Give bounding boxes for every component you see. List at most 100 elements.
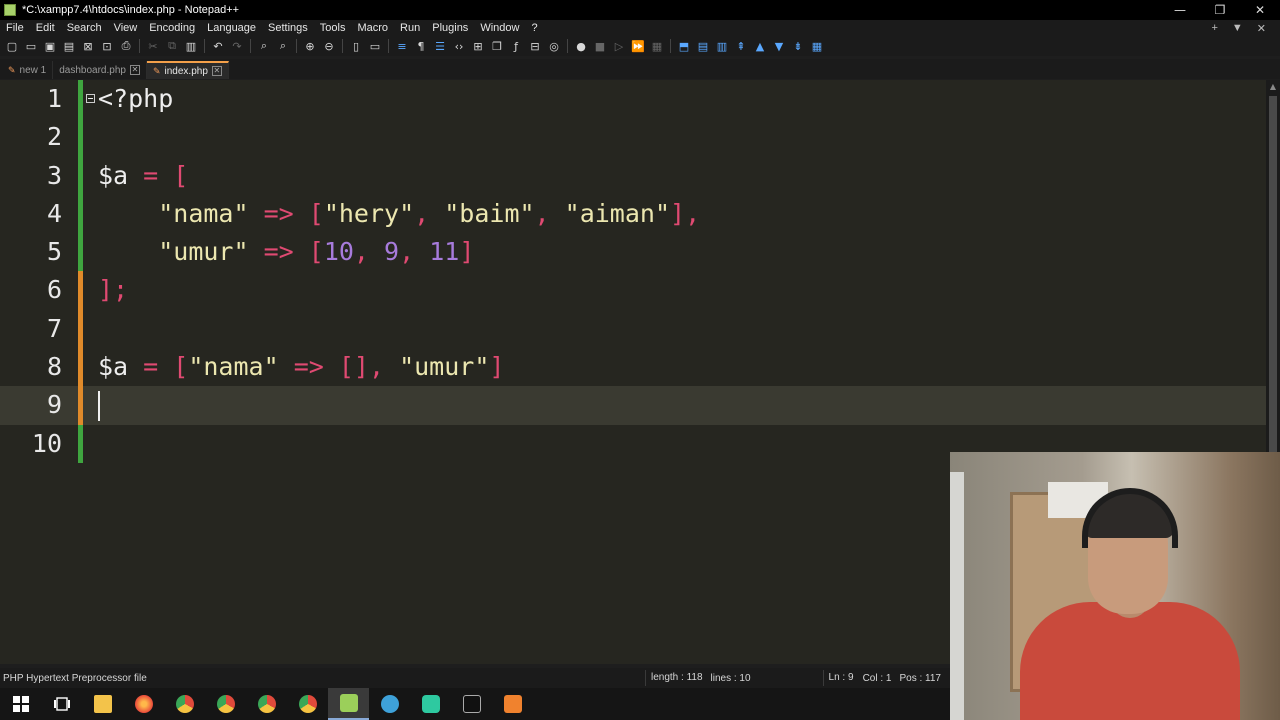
menu-view[interactable]: View — [108, 20, 144, 36]
notepad-plus-plus-taskbar-icon[interactable] — [328, 688, 369, 720]
menu-settings[interactable]: Settings — [262, 20, 314, 36]
open-file-icon[interactable]: ▭ — [23, 38, 39, 54]
menu-edit[interactable]: Edit — [30, 20, 61, 36]
code-line[interactable]: 1 <?php — [0, 80, 1266, 119]
zoom-in-icon[interactable]: ⊕ — [302, 38, 318, 54]
chrome-icon-3[interactable] — [246, 688, 287, 720]
close-doc-button[interactable]: ✕ — [1257, 22, 1266, 35]
save-macro-icon[interactable]: ▦ — [649, 38, 665, 54]
code-token: [ — [173, 160, 189, 190]
restore-button[interactable]: ❐ — [1200, 0, 1240, 20]
menu-help[interactable]: ? — [525, 20, 543, 36]
find-icon[interactable]: ⌕ — [256, 38, 272, 54]
paste-icon[interactable]: ▥ — [183, 38, 199, 54]
windows-start-icon[interactable] — [0, 688, 41, 720]
taskbar — [0, 688, 950, 720]
tab-dashboard-php[interactable]: dashboard.php ✕ — [53, 61, 147, 79]
menu-window[interactable]: Window — [474, 20, 525, 36]
stop-macro-icon[interactable]: ■ — [592, 38, 608, 54]
line-number: 10 — [31, 428, 62, 458]
code-line[interactable]: 9 — [0, 386, 1266, 425]
minimize-button[interactable]: — — [1160, 0, 1200, 20]
show-all-chars-icon[interactable]: ¶ — [413, 38, 429, 54]
app-icon[interactable] — [410, 688, 451, 720]
tab-close-icon[interactable]: ✕ — [211, 66, 222, 76]
chrome-icon-4[interactable] — [287, 688, 328, 720]
task-view-icon[interactable] — [41, 688, 82, 720]
code-token: => — [248, 237, 309, 267]
plugin-icon-3[interactable]: ▥ — [714, 38, 730, 54]
chrome-icon-2[interactable] — [205, 688, 246, 720]
file-explorer-icon[interactable] — [82, 688, 123, 720]
close-button[interactable]: ✕ — [1240, 0, 1280, 20]
menu-run[interactable]: Run — [394, 20, 426, 36]
move-down-icon[interactable]: ▼ — [771, 38, 787, 54]
user-language-icon[interactable]: ‹› — [451, 38, 467, 54]
play-macro-icon[interactable]: ▷ — [611, 38, 627, 54]
copy-icon[interactable]: ⧉ — [164, 38, 180, 54]
save-icon[interactable]: ▣ — [42, 38, 58, 54]
change-history-marker — [78, 80, 83, 119]
xampp-icon[interactable] — [492, 688, 533, 720]
line-number: 9 — [46, 390, 62, 420]
code-line[interactable]: 2 — [0, 118, 1266, 157]
plugin-icon-5[interactable]: ⇟ — [790, 38, 806, 54]
add-tab-button[interactable]: + — [1211, 22, 1217, 35]
plugin-icon-4[interactable]: ⇞ — [733, 38, 749, 54]
menu-language[interactable]: Language — [201, 20, 262, 36]
redo-icon[interactable]: ↷ — [229, 38, 245, 54]
firefox-icon[interactable] — [123, 688, 164, 720]
undo-icon[interactable]: ↶ — [210, 38, 226, 54]
code-line[interactable]: 6]; — [0, 271, 1266, 310]
menu-encoding[interactable]: Encoding — [143, 20, 201, 36]
menu-file[interactable]: File — [0, 20, 30, 36]
chrome-icon[interactable] — [164, 688, 205, 720]
status-lines: lines : 10 — [710, 672, 751, 684]
doc-map-icon[interactable]: ⊞ — [470, 38, 486, 54]
sync-vertical-icon[interactable]: ▯ — [348, 38, 364, 54]
tab-new-1[interactable]: ✎ new 1 — [2, 61, 54, 79]
monitoring-icon[interactable]: ◎ — [546, 38, 562, 54]
menu-search[interactable]: Search — [61, 20, 108, 36]
menu-macro[interactable]: Macro — [351, 20, 394, 36]
scroll-up-icon[interactable]: ▲ — [1266, 80, 1280, 94]
telegram-icon[interactable] — [369, 688, 410, 720]
fold-toggle-icon[interactable] — [86, 94, 95, 103]
webcam-overlay — [950, 452, 1280, 720]
code-token: $a — [98, 352, 129, 382]
run-macro-multiple-icon[interactable]: ⏩ — [630, 38, 646, 54]
folder-workspace-icon[interactable]: ⊟ — [527, 38, 543, 54]
scroll-thumb[interactable] — [1269, 96, 1277, 456]
zoom-out-icon[interactable]: ⊖ — [321, 38, 337, 54]
plugin-icon-6[interactable]: ▦ — [809, 38, 825, 54]
code-line[interactable]: 8 $a = ["nama" => [], "umur"] — [0, 348, 1266, 387]
tab-close-icon[interactable]: ✕ — [129, 65, 140, 75]
record-macro-icon[interactable]: ● — [573, 38, 589, 54]
toolbar-separator — [670, 39, 671, 53]
close-file-icon[interactable]: ⊠ — [80, 38, 96, 54]
menu-tools[interactable]: Tools — [314, 20, 352, 36]
save-all-icon[interactable]: ▤ — [61, 38, 77, 54]
replace-icon[interactable]: ⌕ — [275, 38, 291, 54]
terminal-icon[interactable] — [451, 688, 492, 720]
word-wrap-icon[interactable]: ≡ — [394, 38, 410, 54]
code-line[interactable]: 3 $a = [ — [0, 156, 1266, 195]
new-file-icon[interactable]: ▢ — [4, 38, 20, 54]
doc-list-icon[interactable]: ❐ — [489, 38, 505, 54]
tab-list-button[interactable]: ▼ — [1232, 22, 1243, 35]
cut-icon[interactable]: ✂ — [145, 38, 161, 54]
menu-plugins[interactable]: Plugins — [426, 20, 474, 36]
function-list-icon[interactable]: ƒ — [508, 38, 524, 54]
sync-horizontal-icon[interactable]: ▭ — [367, 38, 383, 54]
plugin-icon-1[interactable]: ⬒ — [676, 38, 692, 54]
toolbar-separator — [567, 39, 568, 53]
code-line[interactable]: 4 "nama" => ["hery", "baim", "aiman"], — [0, 194, 1266, 234]
code-line[interactable]: 7 — [0, 309, 1266, 349]
close-all-icon[interactable]: ⊡ — [99, 38, 115, 54]
plugin-icon-2[interactable]: ▤ — [695, 38, 711, 54]
tab-index-php[interactable]: ✎ index.php ✕ — [146, 61, 229, 79]
code-line[interactable]: 5 "umur" => [10, 9, 11] — [0, 233, 1266, 272]
move-up-icon[interactable]: ▲ — [752, 38, 768, 54]
print-icon[interactable]: ⎙ — [118, 38, 134, 54]
indent-guide-icon[interactable]: ☰ — [432, 38, 448, 54]
